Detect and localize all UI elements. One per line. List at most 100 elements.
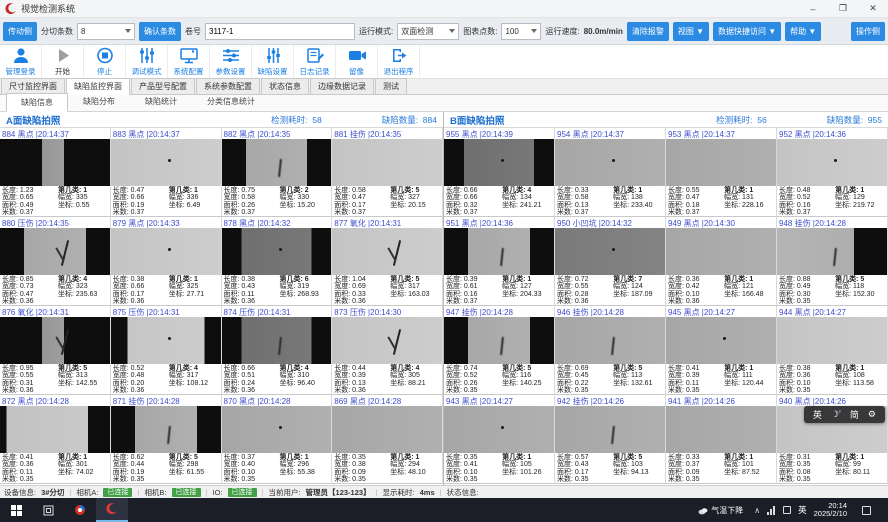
- action-button-1[interactable]: 开始: [42, 45, 84, 78]
- defect-cell-952[interactable]: 952 黑点 |20:14:36长度: 0.48宽度: 0.52面积: 0.16…: [777, 128, 888, 217]
- taskbar-app-inspection[interactable]: [96, 498, 128, 522]
- taskbar-app-browser[interactable]: [64, 498, 96, 522]
- roll-number-input[interactable]: [205, 23, 355, 40]
- defect-image: [777, 317, 887, 364]
- defect-coord: 坐标: 6.49: [169, 202, 221, 209]
- run-mode-select[interactable]: 双面检测: [397, 23, 459, 40]
- data-quick-access-button[interactable]: 数据快捷访问 ▼: [713, 22, 781, 41]
- defect-meters: 米数: 0.37: [779, 209, 835, 216]
- defect-cell-878[interactable]: 878 黑点 |20:14:32长度: 0.38宽度: 0.43面积: 0.11…: [222, 217, 333, 306]
- defect-cell-942[interactable]: 942 挂伤 |20:14:26长度: 0.57宽度: 0.43面积: 0.17…: [555, 395, 666, 484]
- action-button-9[interactable]: 退出程序: [378, 45, 420, 78]
- defect-cell-951[interactable]: 951 黑点 |20:14:36长度: 0.39宽度: 0.61面积: 0.16…: [444, 217, 555, 306]
- maximize-button[interactable]: ❐: [828, 0, 858, 17]
- defect-meters: 米数: 0.35: [557, 387, 613, 394]
- defect-cell-869[interactable]: 869 黑点 |20:14:28长度: 0.35宽度: 0.38面积: 0.09…: [332, 395, 443, 484]
- defect-cell-872[interactable]: 872 黑点 |20:14:28长度: 0.41宽度: 0.36面积: 0.11…: [0, 395, 111, 484]
- volume-icon[interactable]: [783, 506, 791, 514]
- clear-alarm-button[interactable]: 清除报警: [627, 22, 669, 41]
- taskbar-language-indicator[interactable]: 英: [798, 504, 807, 516]
- action-button-3[interactable]: 调试模式: [126, 45, 168, 78]
- defect-coord: 坐标: 219.72: [835, 202, 887, 209]
- defect-mark: [389, 329, 403, 355]
- defect-area: 面积: 0.17: [113, 291, 169, 298]
- defect-cell-955[interactable]: 955 黑点 |20:14:39长度: 0.66宽度: 0.66面积: 0.32…: [444, 128, 555, 217]
- defect-width: 宽度: 0.43: [224, 283, 280, 290]
- ime-bar[interactable]: 英 ☽’ 简 ⚙: [804, 406, 885, 423]
- defect-mark: [501, 426, 504, 429]
- gear-icon[interactable]: ⚙: [868, 409, 876, 420]
- defect-cell-941[interactable]: 941 黑点 |20:14:26长度: 0.33宽度: 0.37面积: 0.09…: [666, 395, 777, 484]
- defect-cell-948[interactable]: 948 挂伤 |20:14:28长度: 0.88宽度: 0.49面积: 0.30…: [777, 217, 888, 306]
- confirm-count-button[interactable]: 确认条数: [139, 22, 181, 41]
- defect-cell-873[interactable]: 873 压伤 |20:14:30长度: 0.44宽度: 0.39面积: 0.13…: [332, 306, 443, 395]
- defect-cell-883[interactable]: 883 黑点 |20:14:37长度: 0.47宽度: 0.66面积: 0.19…: [111, 128, 222, 217]
- action-button-4[interactable]: 系统配置: [168, 45, 210, 78]
- chart-points-label: 图表点数:: [463, 26, 497, 37]
- defect-cell-882[interactable]: 882 黑点 |20:14:35长度: 0.75宽度: 0.58面积: 0.26…: [222, 128, 333, 217]
- sub-tab-2[interactable]: 缺陷统计: [130, 92, 192, 111]
- tray-chevron-icon[interactable]: ∧: [754, 506, 760, 515]
- defect-cell-881[interactable]: 881 挂伤 |20:14:35长度: 0.58宽度: 0.47面积: 0.17…: [332, 128, 443, 217]
- taskbar-weather[interactable]: 气温下降: [694, 498, 747, 522]
- defect-span: 幅宽: 301: [58, 461, 110, 468]
- defect-grid: 884 黑点 |20:14:37长度: 1.23宽度: 0.65面积: 0.49…: [0, 128, 443, 485]
- start-button[interactable]: [0, 498, 32, 522]
- action-button-8[interactable]: 留像: [336, 45, 378, 78]
- defect-cell-947[interactable]: 947 挂伤 |20:14:28长度: 0.74宽度: 0.52面积: 0.26…: [444, 306, 555, 395]
- defect-meters: 米数: 0.36: [334, 387, 390, 394]
- chart-points-select[interactable]: 100: [501, 23, 541, 40]
- sub-tab-0[interactable]: 缺陷信息: [6, 93, 68, 112]
- action-button-7[interactable]: 日志记录: [294, 45, 336, 78]
- notification-center-button[interactable]: [858, 506, 874, 515]
- slit-count-select[interactable]: 8: [77, 23, 135, 40]
- defect-cell-943[interactable]: 943 黑点 |20:14:27长度: 0.35宽度: 0.41面积: 0.10…: [444, 395, 555, 484]
- defect-cell-header: 948 挂伤 |20:14:28: [777, 217, 887, 228]
- defect-meters: 米数: 0.37: [334, 209, 390, 216]
- defect-cell-870[interactable]: 870 黑点 |20:14:28长度: 0.37宽度: 0.40面积: 0.10…: [222, 395, 333, 484]
- defect-meters: 米数: 0.35: [779, 298, 835, 305]
- action-button-5[interactable]: 参数设置: [210, 45, 252, 78]
- action-button-2[interactable]: 停止: [84, 45, 126, 78]
- task-view-button[interactable]: [32, 498, 64, 522]
- defect-cell-945[interactable]: 945 黑点 |20:14:27长度: 0.41宽度: 0.39面积: 0.11…: [666, 306, 777, 395]
- operate-side-button[interactable]: 操作侧: [851, 22, 885, 41]
- defect-cell-949[interactable]: 949 黑点 |20:14:30长度: 0.36宽度: 0.42面积: 0.10…: [666, 217, 777, 306]
- action-button-6[interactable]: 缺陷设置: [252, 45, 294, 78]
- defect-cell-876[interactable]: 876 氧化 |20:14:31长度: 0.95宽度: 0.55面积: 0.31…: [0, 306, 111, 395]
- help-menu-button[interactable]: 帮助 ▼: [785, 22, 821, 41]
- ime-lang-toggle[interactable]: 英: [813, 408, 822, 421]
- defect-cell-884[interactable]: 884 黑点 |20:14:37长度: 1.23宽度: 0.65面积: 0.49…: [0, 128, 111, 217]
- main-tab-5[interactable]: 边缘数据记录: [310, 78, 374, 94]
- defect-cell-954[interactable]: 954 黑点 |20:14:37长度: 0.33宽度: 0.58面积: 0.13…: [555, 128, 666, 217]
- defect-cell-871[interactable]: 871 挂伤 |20:14:28长度: 0.62宽度: 0.44面积: 0.19…: [111, 395, 222, 484]
- close-button[interactable]: ✕: [858, 0, 888, 17]
- ime-simplified-toggle[interactable]: 简: [850, 408, 859, 421]
- network-icon[interactable]: [767, 506, 776, 515]
- defect-cell-953[interactable]: 953 黑点 |20:14:37长度: 0.55宽度: 0.47面积: 0.18…: [666, 128, 777, 217]
- main-tab-6[interactable]: 测试: [375, 78, 407, 94]
- action-button-0[interactable]: 管理登录: [0, 45, 42, 78]
- defect-area: 面积: 0.18: [668, 202, 724, 209]
- defect-info: 长度: 0.38宽度: 0.36面积: 0.10米数: 0.35第几类: 1幅宽…: [777, 364, 887, 394]
- defect-cell-950[interactable]: 950 小凹坑 |20:14:32长度: 0.72宽度: 0.55面积: 0.2…: [555, 217, 666, 306]
- taskbar-clock[interactable]: 20:14 2025/2/10: [814, 502, 851, 519]
- defect-cell-874[interactable]: 874 压伤 |20:14:31长度: 0.66宽度: 0.51面积: 0.24…: [222, 306, 333, 395]
- view-menu-button[interactable]: 视图 ▼: [673, 22, 709, 41]
- action-label: 调试模式: [132, 66, 162, 77]
- drive-side-button[interactable]: 传动侧: [3, 22, 37, 41]
- sub-tab-3[interactable]: 分类信息统计: [192, 92, 270, 111]
- moon-icon[interactable]: ☽’: [831, 409, 841, 420]
- defect-cell-944[interactable]: 944 黑点 |20:14:27长度: 0.38宽度: 0.36面积: 0.10…: [777, 306, 888, 395]
- defect-cell-header: 955 黑点 |20:14:39: [444, 128, 554, 139]
- defect-cell-879[interactable]: 879 黑点 |20:14:33长度: 0.38宽度: 0.66面积: 0.17…: [111, 217, 222, 306]
- main-tab-1[interactable]: 缺陷监控界面: [66, 78, 130, 95]
- minimize-button[interactable]: –: [798, 0, 828, 17]
- defect-span: 幅宽: 317: [169, 372, 221, 379]
- defect-cell-875[interactable]: 875 压伤 |20:14:31长度: 0.52宽度: 0.48面积: 0.20…: [111, 306, 222, 395]
- main-tab-0[interactable]: 尺寸监控界面: [1, 78, 65, 94]
- defect-cell-946[interactable]: 946 挂伤 |20:14:28长度: 0.69宽度: 0.45面积: 0.22…: [555, 306, 666, 395]
- action-label: 系统配置: [174, 66, 204, 77]
- defect-cell-880[interactable]: 880 压伤 |20:14:35长度: 0.85宽度: 0.73面积: 0.47…: [0, 217, 111, 306]
- defect-cell-877[interactable]: 877 氧化 |20:14:31长度: 1.04宽度: 0.69面积: 0.33…: [332, 217, 443, 306]
